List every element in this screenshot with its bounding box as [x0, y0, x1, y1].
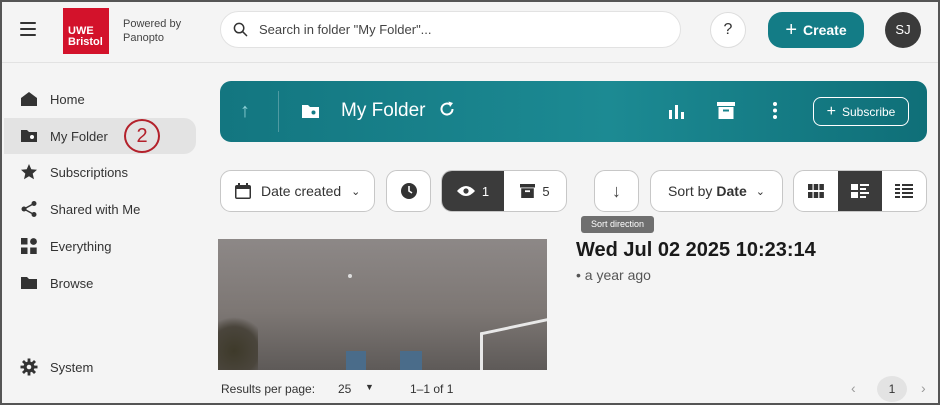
sidebar-item-label: Browse — [50, 275, 94, 291]
sidebar-item-label: System — [50, 359, 94, 375]
time-filter-button[interactable] — [386, 170, 431, 212]
arrow-down-icon: ↓ — [612, 180, 621, 201]
header-separator — [278, 91, 279, 132]
date-filter-dropdown[interactable]: Date created ⌄ — [220, 170, 375, 212]
clock-icon — [400, 183, 417, 199]
detail-view-icon — [851, 184, 869, 198]
session-thumbnail[interactable] — [218, 239, 547, 370]
sidebar-item-my-folder[interactable]: My Folder — [4, 118, 196, 154]
sort-direction-button[interactable]: ↓ — [594, 170, 639, 212]
refresh-icon[interactable] — [438, 100, 456, 118]
archived-count: 5 — [542, 183, 550, 199]
up-arrow-icon[interactable]: ↑ — [240, 100, 250, 123]
sidebar-item-system[interactable]: System — [4, 349, 196, 385]
date-filter-label: Date created — [261, 183, 342, 199]
view-mode-toggle-group — [793, 170, 927, 212]
chevron-down-icon: ⌄ — [755, 185, 765, 198]
pagination-footer: Results per page: 25 ▼ 1–1 of 1 ‹ 1 › — [205, 370, 940, 405]
search-icon — [233, 22, 248, 37]
results-range: 1–1 of 1 — [410, 382, 454, 396]
plus-icon: + — [826, 102, 836, 120]
create-label: Create — [803, 22, 847, 38]
sidebar-item-everything[interactable]: Everything — [4, 228, 196, 264]
thumb-picture-right — [400, 351, 422, 370]
list-view-icon — [895, 184, 913, 198]
share-icon — [19, 200, 38, 219]
sort-direction-tooltip: Sort direction — [581, 216, 654, 233]
caret-down-icon[interactable]: ▼ — [365, 382, 374, 392]
current-page[interactable]: 1 — [877, 376, 907, 402]
thumb-plant — [218, 309, 258, 370]
sidebar-item-label: Shared with Me — [50, 201, 141, 217]
user-avatar[interactable]: SJ — [885, 12, 921, 48]
previous-page-icon[interactable]: ‹ — [851, 380, 856, 396]
sidebar-item-label: Home — [50, 91, 85, 107]
folder-icon — [302, 105, 319, 118]
list-view-button[interactable] — [882, 171, 926, 211]
star-icon — [19, 163, 38, 182]
plus-icon: + — [785, 19, 798, 41]
thumb-shelf — [480, 315, 547, 370]
session-age: • a year ago — [576, 267, 651, 283]
help-button[interactable]: ? — [710, 12, 746, 48]
chevron-down-icon: ⌄ — [351, 185, 361, 198]
powered-by-panopto: Powered by Panopto — [123, 17, 181, 45]
folder-icon — [19, 274, 38, 293]
sort-by-value: Date — [716, 183, 747, 199]
hamburger-menu-icon[interactable] — [20, 22, 36, 36]
more-options-icon[interactable] — [772, 101, 778, 120]
eye-icon — [456, 186, 475, 196]
results-per-page-label: Results per page: — [221, 382, 316, 396]
stats-icon[interactable] — [668, 103, 685, 120]
gear-icon — [19, 358, 38, 377]
grid-view-icon — [808, 184, 824, 198]
session-title[interactable]: Wed Jul 02 2025 10:23:14 — [576, 239, 816, 262]
calendar-icon — [235, 183, 251, 199]
visible-items-toggle[interactable]: 1 — [442, 171, 504, 211]
visibility-toggle-group: 1 5 — [441, 170, 567, 212]
sidebar-item-browse[interactable]: Browse — [4, 265, 196, 301]
visible-count: 1 — [481, 183, 490, 199]
home-icon — [19, 90, 38, 109]
sidebar: Home My Folder Subscriptions Shared with… — [0, 63, 205, 405]
top-bar: UWE Bristol Powered by Panopto ? + Creat… — [0, 0, 940, 62]
powered-line1: Powered by — [123, 18, 182, 30]
folder-header: ↑ My Folder + Subscribe — [220, 81, 927, 142]
sidebar-item-label: My Folder — [50, 128, 108, 144]
results-per-page-select[interactable]: 25 — [338, 382, 351, 396]
sidebar-item-home[interactable]: Home — [4, 81, 196, 117]
sidebar-item-subscriptions[interactable]: Subscriptions — [4, 154, 196, 190]
sidebar-item-shared-with-me[interactable]: Shared with Me — [4, 191, 196, 227]
search-input[interactable] — [259, 22, 659, 37]
detail-view-button[interactable] — [838, 171, 882, 211]
logo-line2: Bristol — [68, 36, 103, 48]
thumb-ceiling-light — [348, 274, 352, 278]
subscribe-button[interactable]: + Subscribe — [813, 97, 909, 126]
grid-view-button[interactable] — [794, 171, 838, 211]
next-page-icon[interactable]: › — [921, 380, 926, 396]
sort-by-label: Sort by — [668, 183, 713, 199]
archived-items-toggle[interactable]: 5 — [504, 171, 566, 211]
sidebar-item-label: Subscriptions — [50, 164, 129, 180]
search-box[interactable] — [220, 11, 681, 48]
grid-icon — [19, 237, 38, 256]
archive-icon — [520, 184, 536, 198]
step-marker: 2 — [124, 119, 160, 153]
uwe-bristol-logo[interactable]: UWE Bristol — [63, 8, 109, 54]
folder-icon — [19, 127, 38, 146]
powered-line2: Panopto — [123, 32, 164, 44]
folder-title: My Folder — [341, 100, 426, 121]
subscribe-label: Subscribe — [841, 104, 896, 119]
archive-icon[interactable] — [717, 102, 735, 119]
thumb-picture-left — [346, 351, 366, 370]
sidebar-item-label: Everything — [50, 238, 112, 254]
create-button[interactable]: + Create — [768, 12, 864, 48]
sort-by-dropdown[interactable]: Sort by Date ⌄ — [650, 170, 783, 212]
